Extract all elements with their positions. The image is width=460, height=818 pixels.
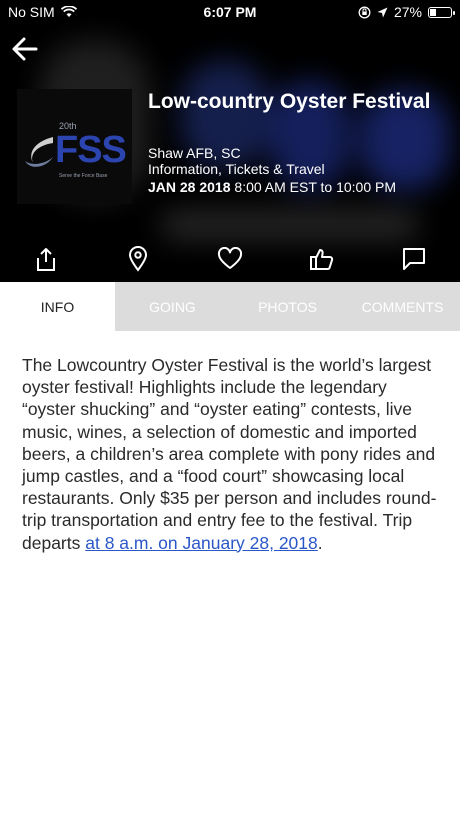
tab-photos[interactable]: PHOTOS [230,282,345,331]
logo-tagline: Serve the Force Base [59,173,108,179]
back-arrow-icon[interactable] [10,34,40,64]
event-description: The Lowcountry Oyster Festival is the wo… [22,354,442,554]
status-bar: No SIM 6:07 PM 27% [0,0,460,24]
event-date: JAN 28 2018 [148,179,231,195]
event-datetime: JAN 28 2018 8:00 AM EST to 10:00 PM [148,179,396,195]
location-pin-icon [128,246,148,272]
thumbs-up-icon [310,249,334,270]
tab-info[interactable]: INFO [0,282,115,331]
event-logo: 20th FSS Serve the Force Base [17,89,132,204]
share-icon [37,248,55,271]
location-arrow-icon [377,7,388,17]
rotation-lock-icon [358,6,371,18]
share-button[interactable] [31,244,61,274]
favorite-button[interactable] [215,244,245,274]
action-bar [0,240,460,280]
event-location: Shaw AFB, SC [148,145,241,161]
tab-bar: INFO GOING PHOTOS COMMENTS [0,282,460,331]
battery-icon [428,6,455,18]
battery-percent: 27% [393,4,422,20]
swoosh-icon [25,137,53,167]
description-suffix: . [317,532,323,553]
event-header: No SIM 6:07 PM 27% 20th FSS Serve the Fo… [0,0,460,282]
event-title: Low-country Oyster Festival [148,90,431,113]
location-button[interactable] [123,244,153,274]
like-button[interactable] [307,244,337,274]
event-time-range: 8:00 AM EST to 10:00 PM [234,179,397,195]
event-category: Information, Tickets & Travel [148,161,325,177]
heart-icon [217,247,243,269]
comment-button[interactable] [399,244,429,274]
comment-icon [403,248,425,270]
departure-time-link[interactable]: at 8 a.m. on January 28, 2018 [85,533,318,553]
tab-going[interactable]: GOING [115,282,230,331]
tab-comments[interactable]: COMMENTS [345,282,460,331]
logo-fss-text: FSS [55,129,127,171]
description-text: The Lowcountry Oyster Festival is the wo… [22,355,437,553]
